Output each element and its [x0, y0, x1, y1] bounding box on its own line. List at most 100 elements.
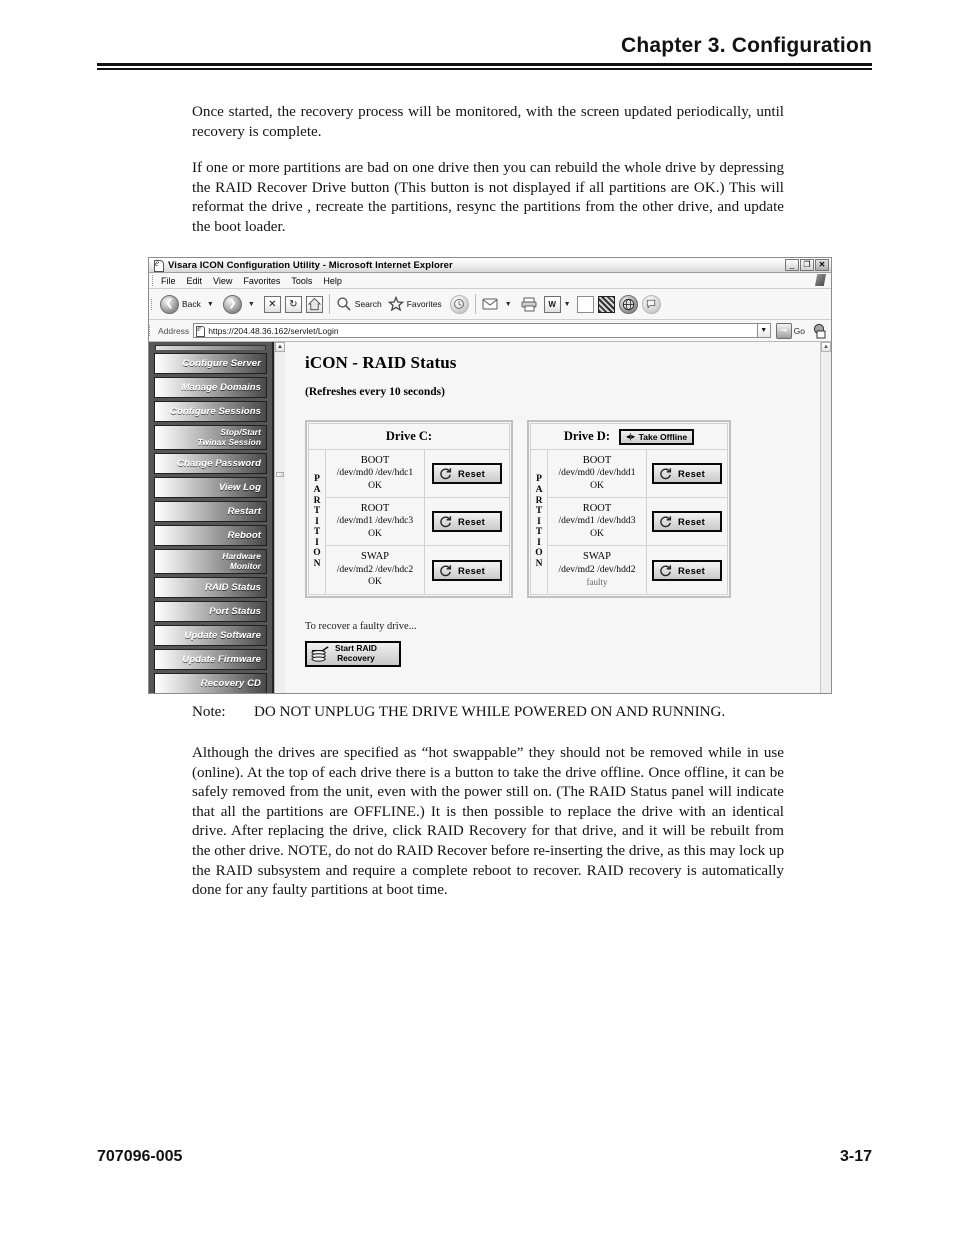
page-scroll-up-arrow-icon[interactable]: ▲ [821, 342, 831, 352]
reset-button[interactable]: Reset [652, 559, 722, 581]
sidebar-item-configure-sessions[interactable]: Configure Sessions [154, 401, 267, 422]
refresh-notice: (Refreshes every 10 seconds) [305, 386, 445, 398]
stop-button[interactable]: ✕ [263, 295, 281, 313]
back-arrow-icon: ❮ [160, 294, 179, 314]
refresh-icon [440, 564, 452, 576]
sidebar-item-label: Recovery CD [200, 678, 261, 689]
print-button[interactable] [521, 297, 538, 312]
sidebar-item-recovery-cd[interactable]: Recovery CD [154, 673, 267, 693]
app-sidebar: Configure Server Manage Domains Configur… [149, 342, 274, 693]
home-button[interactable] [305, 295, 323, 313]
sidebar-item-port-status[interactable]: Port Status [154, 601, 267, 622]
sidebar-item-label: View Log [218, 482, 261, 493]
partition-devices: /dev/md1 /dev/hdd3 [558, 515, 636, 527]
research-globe-button[interactable] [618, 294, 638, 314]
partition-status: OK [590, 527, 604, 539]
address-input[interactable]: https://204.48.36.162/servlet/Login [193, 323, 758, 338]
start-raid-recovery-label-line1: Start RAID [335, 643, 377, 654]
restore-button[interactable]: ❐ [800, 259, 814, 271]
take-offline-button[interactable]: ◂|▸ Take Offline [619, 428, 695, 445]
reset-button-label: Reset [678, 468, 706, 479]
sidebar-scrollbar[interactable]: ▲ [274, 342, 285, 693]
partition-letter: I [537, 516, 541, 527]
menu-item-edit[interactable]: Edit [187, 276, 203, 286]
sidebar-item-configure-server[interactable]: Configure Server [154, 353, 267, 374]
links-toolbar-icon[interactable] [812, 323, 827, 339]
partition-devices: /dev/md0 /dev/hdd1 [558, 467, 636, 479]
partition-letter: O [313, 548, 321, 559]
sidebar-item-update-software[interactable]: Update Software [154, 625, 267, 646]
sidebar-item-raid-status[interactable]: RAID Status [154, 577, 267, 598]
start-raid-recovery-button[interactable]: Start RAID Recovery [305, 641, 401, 667]
page-blank-button[interactable] [576, 295, 594, 313]
go-button-label: Go [793, 325, 805, 336]
sidebar-item-manage-domains[interactable]: Manage Domains [154, 377, 267, 398]
page-scrollbar[interactable]: ▲ [820, 342, 831, 693]
table-row: BOOT /dev/md0 /dev/hdd1 OK Reset [548, 450, 727, 498]
partition-status: faulty [586, 577, 608, 588]
menu-item-favorites[interactable]: Favorites [243, 276, 280, 286]
sidebar-item-label: Manage Domains [181, 382, 261, 393]
partition-letter: R [313, 495, 321, 506]
toolbar-grip-handle[interactable] [151, 298, 155, 310]
forward-dropdown-icon[interactable]: ▼ [248, 301, 255, 308]
scrollbar-thumb[interactable] [276, 472, 284, 477]
window-title: Visara ICON Configuration Utility - Micr… [168, 259, 453, 271]
search-button[interactable]: Search [336, 296, 382, 312]
close-button[interactable]: ✕ [815, 259, 829, 271]
sidebar-item-stop-start-twinax-session[interactable]: Stop/Start Twinax Session [154, 425, 267, 450]
back-dropdown-icon[interactable]: ▼ [207, 301, 214, 308]
partition-status: OK [368, 576, 382, 588]
sidebar-item-reboot[interactable]: Reboot [154, 525, 267, 546]
start-raid-recovery-label: Start RAID Recovery [335, 644, 377, 663]
edit-dropdown-icon[interactable]: ▼ [564, 301, 571, 308]
sidebar-item-label-line2: Twinax Session [197, 436, 261, 447]
reset-button[interactable]: Reset [432, 559, 502, 581]
menu-item-tools[interactable]: Tools [291, 276, 312, 286]
refresh-button[interactable]: ↻ [284, 295, 302, 313]
sidebar-item-view-log[interactable]: View Log [154, 477, 267, 498]
minimize-button[interactable]: _ [785, 259, 799, 271]
scroll-up-arrow-icon[interactable]: ▲ [275, 342, 285, 352]
partition-letter: T [535, 527, 543, 538]
sidebar-item-change-password[interactable]: Change Password [154, 453, 267, 474]
menu-item-view[interactable]: View [213, 276, 232, 286]
menu-grip-handle[interactable] [152, 275, 156, 286]
sidebar-top-partial-button[interactable] [155, 345, 266, 350]
paragraph-3: Although the drives are specified as “ho… [192, 745, 784, 899]
sidebar-item-update-firmware[interactable]: Update Firmware [154, 649, 267, 670]
partition-info: SWAP /dev/md2 /dev/hdd2 faulty [548, 546, 647, 594]
partition-devices: /dev/md2 /dev/hdd2 [558, 563, 636, 575]
mail-button[interactable]: ▼ [482, 297, 515, 311]
messenger-button[interactable] [597, 295, 615, 313]
history-button[interactable] [449, 294, 469, 314]
document-page: Chapter 3. Configuration Once started, t… [0, 0, 954, 1235]
note-text: DO NOT UNPLUG THE DRIVE WHILE POWERED ON… [254, 704, 726, 720]
partition-name: SWAP [360, 551, 389, 563]
favorites-button[interactable]: Favorites [387, 296, 442, 312]
reset-button[interactable]: Reset [652, 463, 722, 484]
partition-vertical-label: P A R T I T I O N [309, 450, 326, 594]
reset-button[interactable]: Reset [432, 511, 502, 532]
sidebar-item-restart[interactable]: Restart [154, 501, 267, 522]
back-button-label: Back [182, 299, 201, 309]
window-controls: _ ❐ ✕ [785, 259, 829, 271]
edit-with-word-button[interactable]: W [543, 295, 561, 313]
partition-action-cell: Reset [425, 498, 509, 545]
address-dropdown-button[interactable]: ▼ [757, 323, 771, 338]
reset-button-label: Reset [458, 564, 486, 576]
partition-devices: /dev/md0 /dev/hdc1 [336, 467, 414, 479]
go-button[interactable]: ➞ Go [775, 322, 805, 339]
reset-button[interactable]: Reset [432, 463, 502, 484]
go-arrow-icon: ➞ [775, 322, 792, 339]
menu-item-help[interactable]: Help [323, 276, 342, 286]
menu-item-file[interactable]: File [161, 276, 176, 286]
forward-button[interactable]: ❯ ▼ [222, 294, 258, 314]
address-grip-handle[interactable] [149, 325, 153, 336]
back-button[interactable]: ❮ Back ▼ [160, 294, 217, 314]
partition-letter: T [313, 506, 321, 517]
reset-button[interactable]: Reset [652, 511, 722, 532]
sidebar-item-hardware-monitor[interactable]: Hardware Monitor [154, 549, 267, 574]
discuss-button[interactable] [641, 294, 661, 314]
mail-dropdown-icon[interactable]: ▼ [505, 301, 512, 308]
